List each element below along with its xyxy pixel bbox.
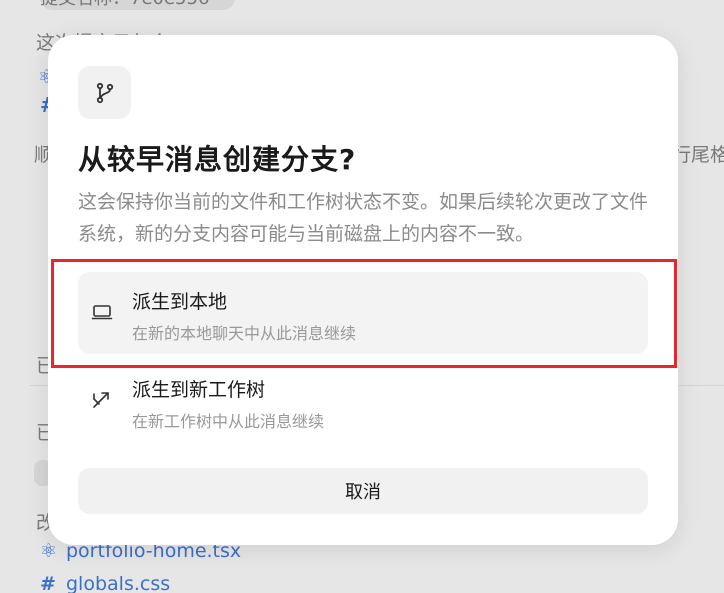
option-title: 派生到本地	[132, 291, 228, 313]
dialog-description: 这会保持你当前的文件和工作树状态不变。如果后续轮次更改了文件系统，新的分支内容可…	[78, 191, 649, 245]
dialog-icon-box	[78, 66, 131, 119]
screen: 提交名称：7e0e556 这次提交只包含： ⚛ # 顺 行尾格 已 已 改 ⚛p…	[0, 0, 724, 593]
react-icon: ⚛	[40, 540, 58, 562]
file-link-globals[interactable]: # globals.css	[40, 573, 170, 593]
option-fork-local[interactable]: 派生到本地 在新的本地聊天中从此消息继续	[78, 272, 648, 354]
laptop-icon	[91, 305, 113, 320]
background-text-line: 行尾格	[672, 144, 724, 166]
file-name: globals.css	[66, 573, 171, 593]
branch-dialog: 从较早消息创建分支? 这会保持你当前的文件和工作树状态不变。如果后续轮次更改了文…	[48, 35, 678, 545]
commit-pill-text: 提交名称：7e0e556	[40, 0, 209, 10]
option-fork-worktree[interactable]: 派生到新工作树 在新工作树中从此消息继续	[78, 360, 648, 442]
option-subtitle: 在新的本地聊天中从此消息继续	[132, 324, 357, 343]
arrow-branch-icon	[93, 392, 109, 408]
hash-icon: #	[40, 573, 56, 593]
dialog-title: 从较早消息创建分支?	[78, 143, 357, 176]
cancel-button[interactable]: 取消	[78, 468, 648, 514]
commit-pill: 提交名称：7e0e556	[40, 0, 235, 10]
option-title: 派生到新工作树	[132, 379, 266, 401]
option-subtitle: 在新工作树中从此消息继续	[132, 412, 325, 431]
git-branch-icon	[96, 82, 113, 103]
